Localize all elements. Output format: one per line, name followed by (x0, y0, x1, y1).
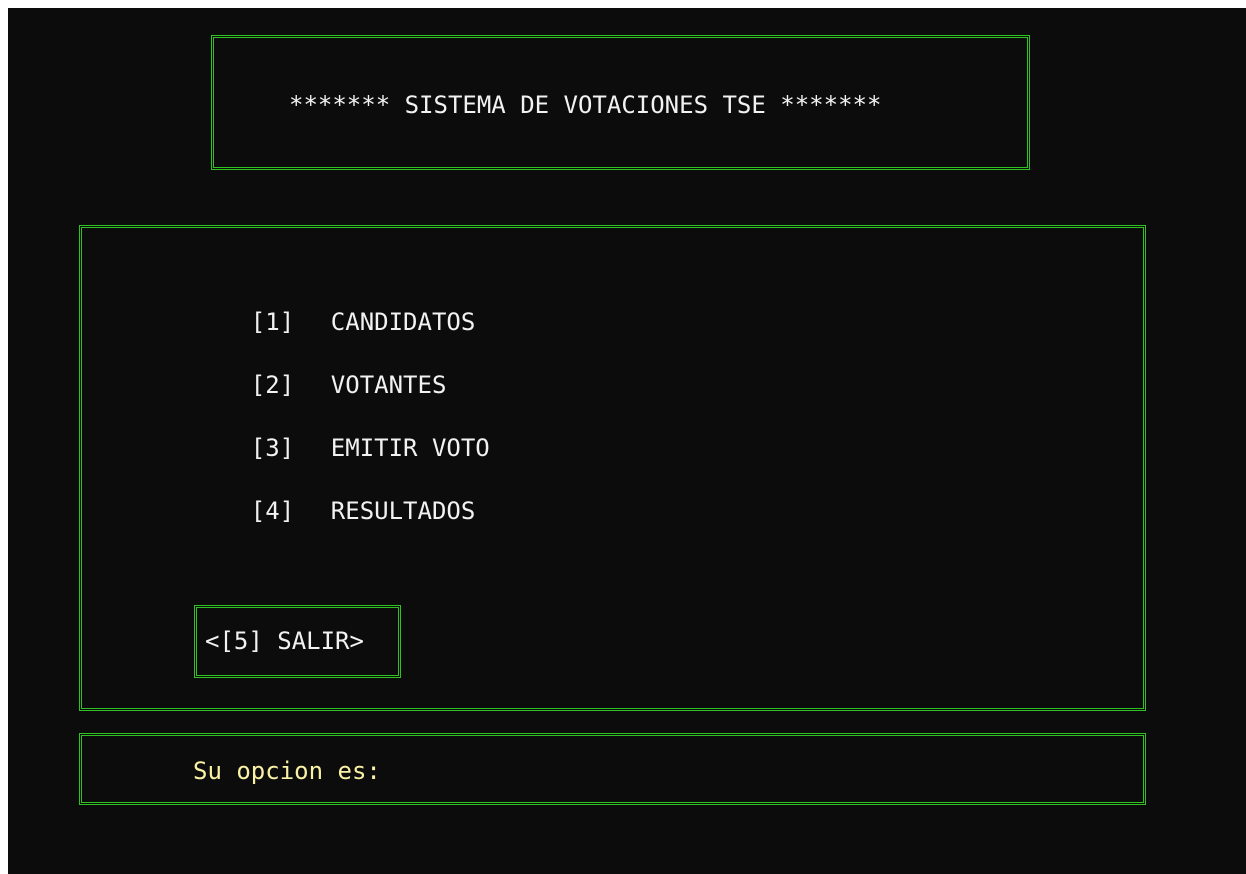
menu-item-label: EMITIR VOTO (330, 434, 490, 462)
app-title: ******* SISTEMA DE VOTACIONES TSE ******… (289, 91, 882, 119)
menu-item-label: CANDIDATOS (330, 308, 476, 336)
console-window: ******* SISTEMA DE VOTACIONES TSE ******… (8, 8, 1246, 874)
prompt-label-text: Su opcion es: (193, 757, 381, 785)
menu-item-label: RESULTADOS (330, 497, 476, 525)
menu-item-key: [3] (250, 434, 295, 462)
exit-button-label[interactable]: <[5] SALIR> (205, 627, 364, 655)
menu-item-key: [1] (250, 308, 295, 336)
prompt-label[interactable]: Su opcion es: (193, 757, 381, 785)
menu-item-label: VOTANTES (330, 371, 447, 399)
menu-item-key: [4] (250, 497, 295, 525)
menu-item-key: [2] (250, 371, 295, 399)
menu-item-resultados[interactable]: [4] RESULTADOS (193, 469, 476, 553)
